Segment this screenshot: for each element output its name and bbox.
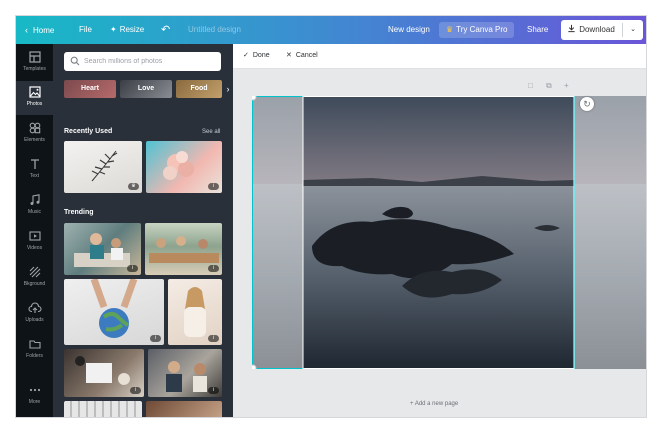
chip-heart[interactable]: Heart [64,80,116,98]
download-button-group: Download ⌄ [561,20,643,40]
chip-food[interactable]: Food [176,80,222,98]
trending-photo[interactable]: i [148,349,222,397]
info-icon: i [208,387,219,394]
uploads-icon [27,302,42,313]
info-icon: i [127,265,138,272]
sidebar-item-photos[interactable]: Photos [16,81,53,115]
sidebar-item-music[interactable]: Music [16,189,53,223]
try-canva-pro-button[interactable]: ♛ Try Canva Pro [439,22,515,38]
sidebar-item-label: Text [29,173,40,179]
sidebar-item-templates[interactable]: Templates [16,46,53,80]
templates-icon [28,51,41,63]
trending-photo[interactable]: i [168,279,222,345]
search-input[interactable] [84,52,214,71]
chip-love[interactable]: Love [120,80,172,98]
sidebar-item-label: Templates [23,66,46,72]
home-label: Home [33,26,55,35]
sidebar-item-label: Music [27,209,42,215]
crown-icon: ♛ [446,25,454,34]
note-icon[interactable]: □ [528,81,533,91]
edit-toolbar: ✓ Done ✕ Cancel [233,44,646,69]
trending-photo[interactable]: i [64,349,144,397]
sidebar-item-more[interactable]: More [16,379,53,413]
info-icon: i [208,335,219,342]
cancel-label: Cancel [295,52,318,59]
search-icon [70,56,80,66]
see-all-link[interactable]: See all [202,129,220,135]
text-icon [30,159,39,169]
sidebar-item-videos[interactable]: Videos [16,225,53,259]
cancel-button[interactable]: ✕ Cancel [286,44,318,68]
trending-photo[interactable]: i [145,223,222,275]
rotate-handle-icon[interactable]: ↻ [580,97,594,111]
sidebar-item-label: Folders [26,353,43,359]
home-button[interactable]: ‹ Home [25,16,54,44]
sidebar-item-label: Uploads [25,317,44,323]
close-icon: ✕ [286,52,292,59]
recent-photo[interactable]: ♛ [64,141,142,193]
divider [622,23,623,37]
sidebar-item-elements[interactable]: Elements [16,117,53,151]
add-new-page-button[interactable]: + Add a new page [410,401,458,407]
sidebar-item-label: More [28,399,41,405]
recently-used-heading: Recently Used [64,128,113,135]
duplicate-page-icon[interactable]: ⧉ [546,81,552,91]
info-icon: i [130,387,141,394]
sparkle-icon: ✦ [110,25,117,34]
background-icon [29,266,40,278]
undo-icon[interactable]: ↶ [161,16,170,44]
chevron-down-icon[interactable]: ⌄ [624,20,642,40]
sidebar-item-label: Bkground [23,281,46,287]
top-bar: ‹ Home File ✦ Resize ↶ Untitled design New… [16,16,646,44]
sidebar-item-background[interactable]: Bkground [16,261,53,295]
check-icon: ✓ [243,52,249,59]
download-button[interactable]: Download [561,20,621,40]
design-title-input[interactable]: Untitled design [188,16,241,44]
videos-icon [28,231,41,241]
globe-image [90,279,138,338]
folders-icon [28,340,41,349]
app-window: ‹ Home File ✦ Resize ↶ Untitled design New… [16,16,646,417]
done-label: Done [252,52,270,59]
new-design-button[interactable]: New design [388,16,430,44]
trending-heading: Trending [64,209,94,216]
info-icon: i [208,183,219,190]
file-menu[interactable]: File [79,16,92,44]
crown-icon: ♛ [128,183,139,190]
trending-photo[interactable]: i [64,223,141,275]
trending-photo[interactable]: i [64,279,164,345]
music-icon [30,194,40,205]
try-pro-label: Try Canva Pro [456,25,508,34]
download-icon [568,24,575,33]
add-page-icon[interactable]: + [564,81,569,91]
trending-photo[interactable] [64,401,142,417]
chevron-right-icon[interactable]: › [223,80,233,98]
recent-photo[interactable]: i [146,141,222,193]
info-icon: i [208,265,219,272]
share-button[interactable]: Share [527,16,548,44]
more-icon [29,388,40,392]
resize-button[interactable]: ✦ Resize [110,16,144,44]
sidebar: Templates Photos Elements Text Music Vid… [16,44,53,417]
info-icon: i [150,335,161,342]
resize-label: Resize [119,25,145,34]
photos-icon [28,86,41,98]
sidebar-item-text[interactable]: Text [16,153,53,187]
elements-icon [29,122,40,134]
download-label: Download [579,25,615,34]
search-box [64,52,221,71]
sidebar-item-label: Elements [24,137,45,143]
sidebar-item-uploads[interactable]: Uploads [16,297,53,331]
sidebar-item-label: Videos [26,245,43,251]
chevron-left-icon: ‹ [25,25,28,35]
sidebar-item-label: Photos [26,101,43,107]
sidebar-item-folders[interactable]: Folders [16,333,53,367]
trending-photo[interactable] [146,401,222,417]
photo-crop-canvas[interactable] [252,96,646,369]
done-button[interactable]: ✓ Done [243,44,270,68]
photos-panel: Heart Love Food › Recently Used See all … [53,44,233,417]
